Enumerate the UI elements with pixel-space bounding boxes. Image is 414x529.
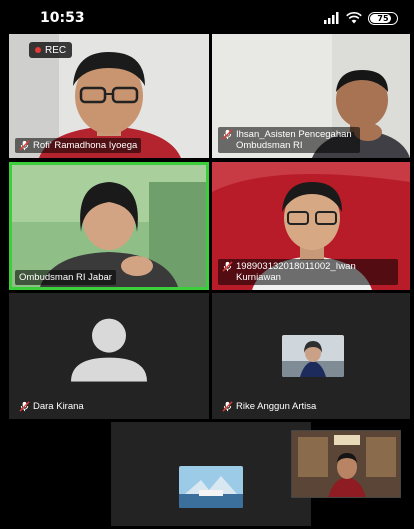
battery-icon: 75 (368, 11, 398, 25)
wifi-icon (346, 12, 362, 24)
profile-picture (282, 335, 344, 377)
mic-muted-icon (222, 401, 233, 412)
participant-name: Ombudsman RI Jabar (19, 272, 112, 283)
self-view-video[interactable] (291, 430, 401, 498)
participant-name-tag: Ihsan_Asisten Pencegahan Ombudsman RI (218, 127, 360, 153)
participant-name-tag: Rike Anggun Artisa (218, 399, 320, 414)
video-tile-4[interactable]: 198903132018011002_Iwan Kurniawan (212, 162, 410, 290)
mic-muted-icon (222, 261, 233, 272)
recording-indicator: REC (29, 42, 73, 58)
status-time: 10:53 (40, 10, 85, 26)
video-tile-7[interactable] (111, 422, 311, 526)
default-avatar-icon (71, 318, 147, 382)
signal-icon (324, 12, 339, 24)
battery-level: 75 (377, 13, 389, 23)
participant-name-tag: Dara Kirana (15, 399, 88, 414)
mic-muted-icon (222, 129, 233, 140)
video-tile-6[interactable]: Rike Anggun Artisa (212, 293, 410, 419)
record-dot-icon (35, 47, 41, 53)
participant-name-tag: 198903132018011002_Iwan Kurniawan (218, 259, 398, 285)
participant-name: 198903132018011002_Iwan Kurniawan (236, 261, 356, 283)
participant-name: Dara Kirana (33, 401, 84, 412)
status-icons: 75 (324, 10, 398, 26)
status-bar: 10:53 75 (0, 0, 414, 34)
profile-picture (179, 466, 243, 508)
video-tile-2[interactable]: Ihsan_Asisten Pencegahan Ombudsman RI (212, 34, 410, 158)
participant-name: Rike Anggun Artisa (236, 401, 317, 412)
video-tile-5[interactable]: Dara Kirana (9, 293, 209, 419)
rec-label: REC (45, 44, 67, 56)
video-tile-3-active-speaker[interactable]: Ombudsman RI Jabar (9, 162, 209, 290)
participant-name-tag: Rofi' Ramadhona Iyoega (15, 138, 142, 153)
self-view-feed (292, 431, 400, 497)
mic-muted-icon (19, 401, 30, 412)
participant-name: Ihsan_Asisten Pencegahan Ombudsman RI (236, 129, 352, 151)
mic-muted-icon (19, 140, 30, 151)
participant-name-tag: Ombudsman RI Jabar (15, 270, 116, 285)
video-tile-1[interactable]: REC Rofi' Ramadhona Iyoega (9, 34, 209, 158)
participant-name: Rofi' Ramadhona Iyoega (33, 140, 138, 151)
